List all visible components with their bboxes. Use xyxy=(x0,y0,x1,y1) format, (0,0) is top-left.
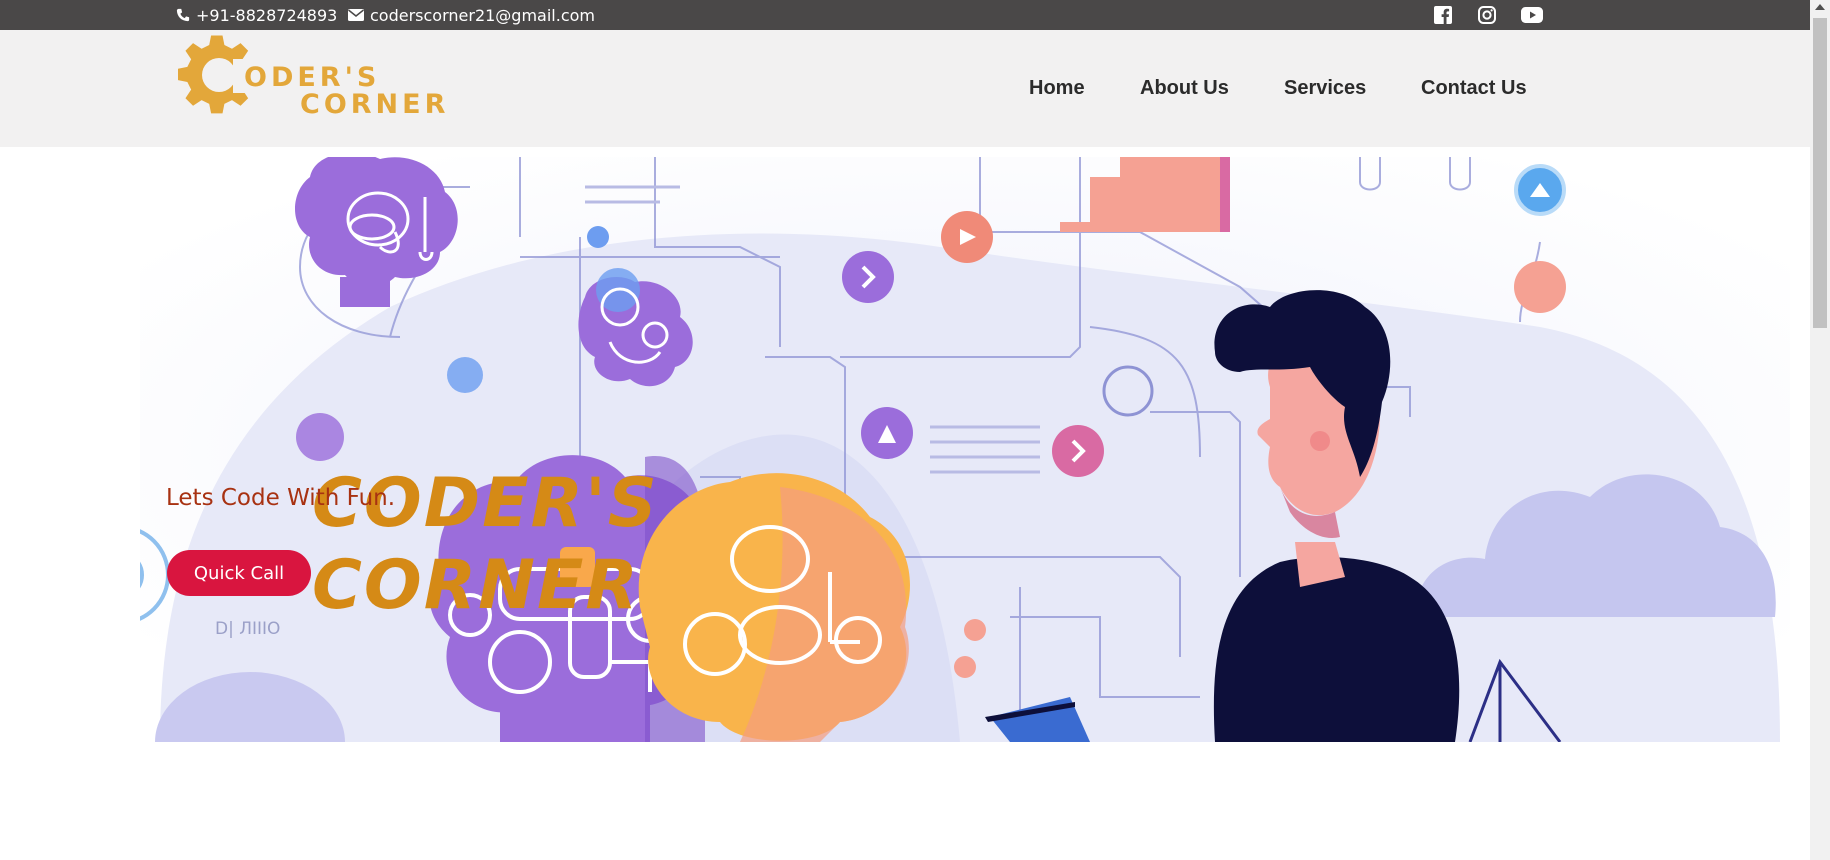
nav-services-link[interactable]: Services xyxy=(1284,77,1366,100)
vertical-scrollbar[interactable] xyxy=(1810,0,1830,860)
hero-tagline: Lets Code With Fun. xyxy=(166,485,396,511)
youtube-icon xyxy=(1521,7,1543,23)
scroll-thumb[interactable] xyxy=(1813,18,1827,328)
phone-contact[interactable]: +91-8828724893 xyxy=(176,0,337,30)
nav-services[interactable]: Services xyxy=(1284,30,1366,147)
hero-illustration: D| ЛIIIO xyxy=(140,157,1790,742)
facebook-link[interactable] xyxy=(1434,0,1452,30)
hero-title-line2: CORNER xyxy=(312,546,640,625)
logo-text-line2: CORNER xyxy=(300,89,449,120)
instagram-link[interactable] xyxy=(1478,0,1496,30)
instagram-icon xyxy=(1478,6,1496,24)
facebook-icon xyxy=(1434,6,1452,24)
gear-logo-icon: ODER'S CORNER xyxy=(177,35,449,120)
logo[interactable]: ODER'S CORNER xyxy=(177,34,468,124)
nav-home[interactable]: Home xyxy=(1029,30,1085,147)
illustration-glyphs: D| ЛIIIO xyxy=(215,619,280,639)
top-bar: +91-8828724893 coderscorner21@gmail.com xyxy=(0,0,1810,30)
nav-about-us[interactable]: About Us xyxy=(1140,30,1229,147)
navbar: ODER'S CORNER Home About Us Services Con… xyxy=(0,30,1810,147)
phone-icon xyxy=(176,8,190,22)
scroll-up-arrow-icon[interactable] xyxy=(1815,4,1825,10)
envelope-icon xyxy=(348,9,364,21)
nav-home-link[interactable]: Home xyxy=(1029,77,1085,100)
quick-call-button[interactable]: Quick Call xyxy=(167,550,311,596)
nav-contact-us[interactable]: Contact Us xyxy=(1421,30,1527,147)
nav-about-us-link[interactable]: About Us xyxy=(1140,77,1229,100)
hero-banner: D| ЛIIIO CODER'S CORNER xyxy=(140,157,1790,742)
phone-number: +91-8828724893 xyxy=(196,5,338,25)
youtube-link[interactable] xyxy=(1521,0,1543,30)
email-address: coderscorner21@gmail.com xyxy=(370,5,595,25)
nav-contact-us-link[interactable]: Contact Us xyxy=(1421,77,1527,100)
email-contact[interactable]: coderscorner21@gmail.com xyxy=(348,0,595,30)
